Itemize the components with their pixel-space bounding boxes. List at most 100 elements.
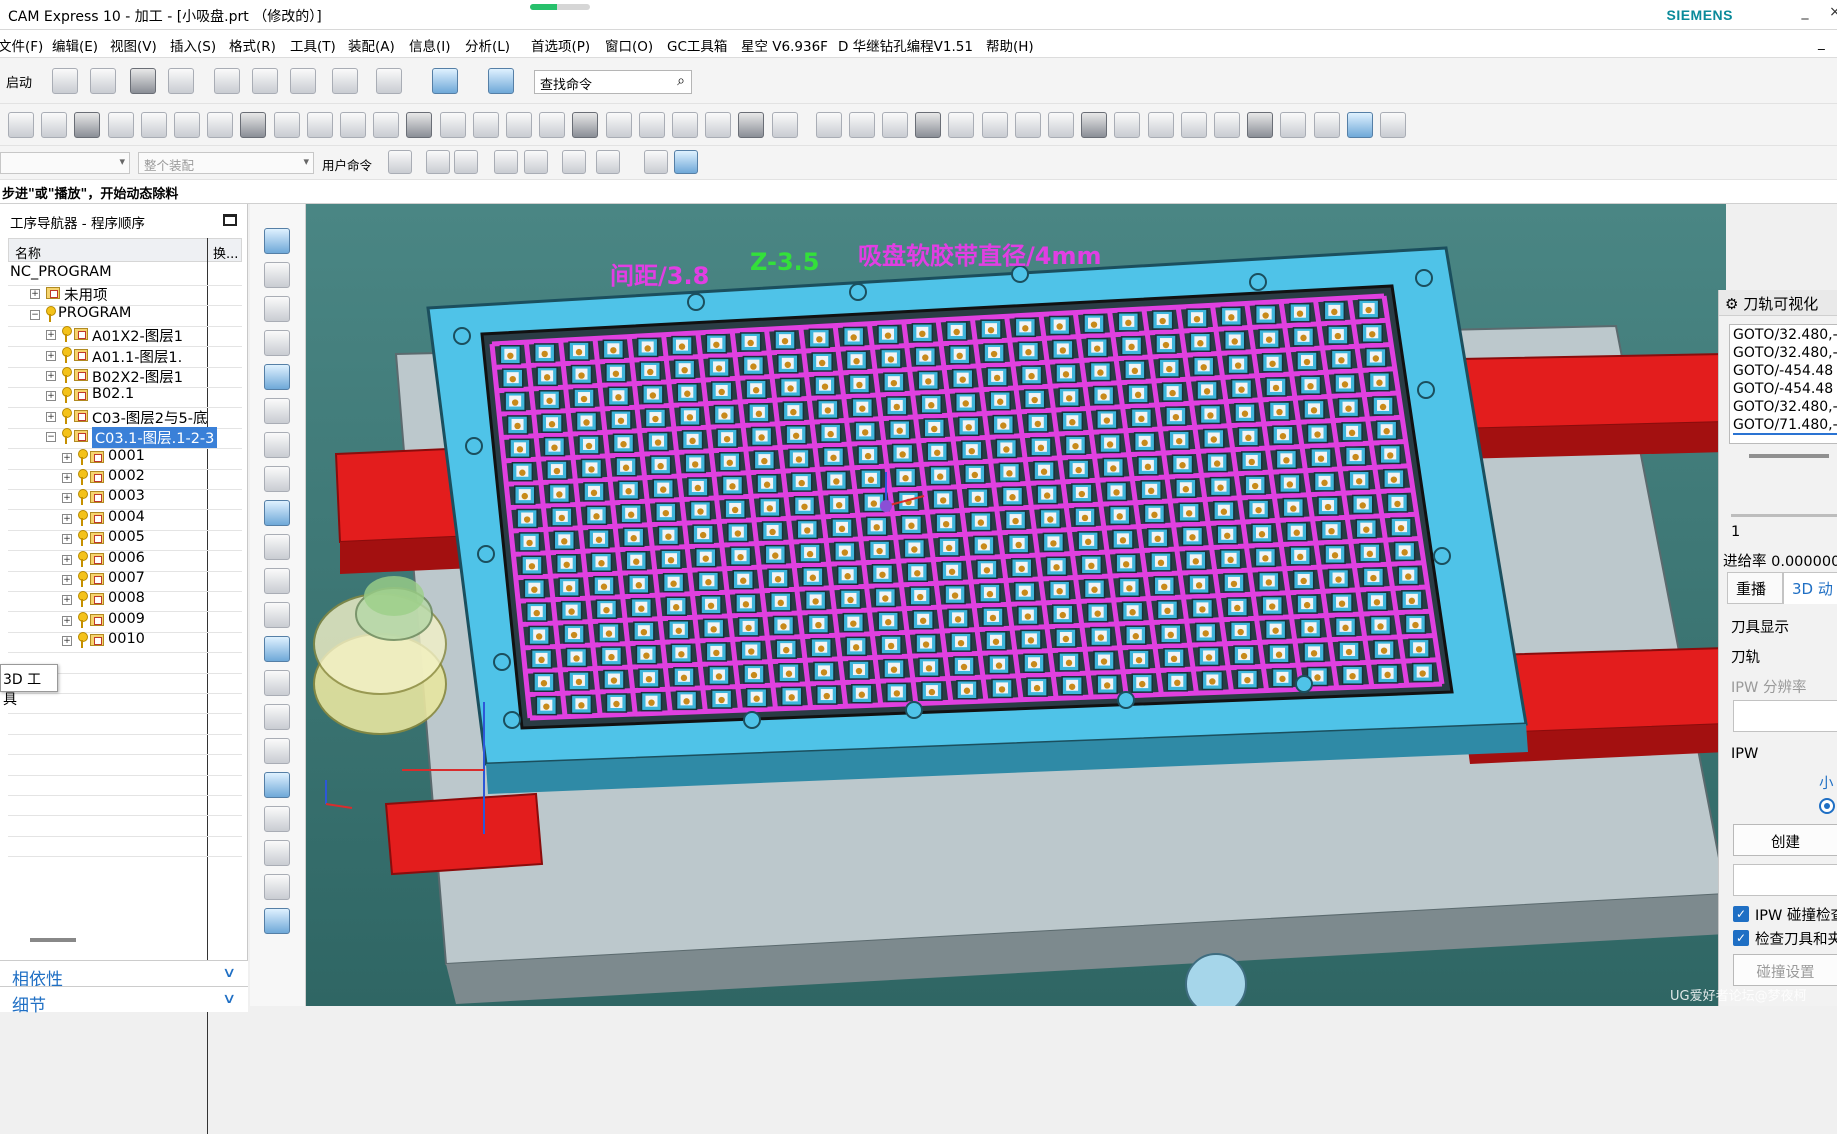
machine-tool-icon[interactable]	[439, 112, 466, 138]
goto-line[interactable]: GOTO/32.480,-	[1733, 399, 1837, 415]
axis-icon[interactable]	[1081, 112, 1108, 138]
system-materials-icon[interactable]	[264, 568, 290, 594]
shaded-icon[interactable]	[771, 112, 798, 138]
menu-insert[interactable]: 插入(S)	[170, 35, 216, 55]
cut-icon[interactable]	[214, 68, 240, 94]
expand-icon[interactable]: +	[46, 371, 56, 381]
curve-tools-icon[interactable]	[264, 704, 290, 730]
simulate-icon[interactable]	[472, 112, 499, 138]
part-navigator-icon[interactable]	[264, 364, 290, 390]
info-icon[interactable]	[488, 68, 514, 94]
dimension-icon[interactable]	[264, 908, 290, 934]
create-geometry-icon[interactable]	[74, 112, 101, 138]
web-browser-icon[interactable]	[264, 500, 290, 526]
goto-line[interactable]: GOTO/71.480,-	[1733, 417, 1837, 435]
wireframe-icon[interactable]	[738, 112, 765, 138]
panel-pin-icon[interactable]	[223, 214, 237, 226]
fit-icon[interactable]	[638, 112, 665, 138]
tab-3d-dynamic[interactable]: 3D 动	[1783, 572, 1837, 604]
menu-view[interactable]: 视图(V)	[110, 35, 157, 55]
solid-icon[interactable]	[1313, 112, 1340, 138]
paste-icon[interactable]	[290, 68, 316, 94]
goto-scrollbar[interactable]	[1749, 454, 1829, 458]
graphics-viewport[interactable]: 间距/3.8 Z-3.5 吸盘软胶带直径/4mm	[306, 204, 1726, 1006]
column-tool-change[interactable]: 换...	[213, 243, 238, 262]
expand-icon[interactable]: +	[62, 513, 72, 524]
operation-navigator-icon[interactable]	[264, 228, 290, 254]
user-command-label[interactable]: 用户命令	[322, 155, 372, 174]
menu-analysis[interactable]: 分析(L)	[465, 35, 510, 55]
ipw-collision-checkbox[interactable]: ✓	[1733, 906, 1749, 922]
collapse-icon[interactable]: −	[46, 432, 56, 443]
iso-view-icon[interactable]	[948, 112, 975, 138]
menu-file[interactable]: 文件(F)	[0, 35, 43, 55]
print-icon[interactable]	[168, 68, 194, 94]
surface-tools-icon[interactable]	[264, 806, 290, 832]
open-icon[interactable]	[90, 68, 116, 94]
shaded-icon[interactable]	[644, 150, 668, 174]
collision-settings-button[interactable]: 碰撞设置	[1733, 954, 1837, 986]
ipw-resolution-select[interactable]	[1733, 700, 1837, 732]
horizontal-scrollbar[interactable]	[30, 938, 76, 942]
close-button[interactable]: ×	[1820, 4, 1837, 26]
command-search-input[interactable]: 查找命令 ⌕	[534, 70, 692, 94]
copy-icon[interactable]	[252, 68, 278, 94]
dependency-accordion[interactable]: 相依性 ∨	[0, 960, 248, 990]
menu-preferences[interactable]: 首选项(P)	[531, 35, 590, 55]
cube-outline-icon[interactable]	[1380, 112, 1406, 138]
output-cls-icon[interactable]	[373, 112, 400, 138]
verify-toolpath-icon[interactable]	[240, 112, 267, 138]
layer-icon[interactable]	[1147, 112, 1174, 138]
gear-icon[interactable]: ⚙	[1725, 295, 1738, 313]
expand-icon[interactable]: +	[62, 615, 72, 626]
expand-icon[interactable]: +	[62, 493, 72, 504]
expand-icon[interactable]: +	[46, 391, 56, 402]
menu-format[interactable]: 格式(R)	[229, 35, 276, 55]
create-method-icon[interactable]	[107, 112, 134, 138]
measure-icon[interactable]	[1014, 112, 1041, 138]
save-icon[interactable]	[130, 68, 156, 94]
list-toolpath-icon[interactable]	[273, 112, 300, 138]
expand-icon[interactable]: +	[46, 411, 56, 422]
menu-help[interactable]: 帮助(H)	[986, 35, 1034, 55]
expand-icon[interactable]: +	[46, 330, 56, 341]
create-button[interactable]: 创建	[1733, 824, 1837, 856]
small-radio[interactable]	[1819, 798, 1835, 814]
collapse-icon[interactable]: −	[30, 309, 40, 320]
menu-info[interactable]: 信息(I)	[409, 35, 451, 55]
hd3d-tools-icon[interactable]	[264, 466, 290, 492]
start-menu[interactable]: 启动	[6, 72, 32, 91]
cube-blue-icon[interactable]	[1346, 112, 1373, 138]
machine-tool-navigator-icon[interactable]	[264, 262, 290, 288]
orient-icon[interactable]	[605, 112, 632, 138]
quick-pick-icon[interactable]	[524, 150, 548, 174]
measure-tools-icon[interactable]	[264, 772, 290, 798]
clock-icon[interactable]	[539, 112, 566, 138]
expand-icon[interactable]: +	[62, 473, 72, 483]
point-icon[interactable]	[494, 150, 518, 174]
constraint-navigator-icon[interactable]	[264, 330, 290, 356]
type-filter-select[interactable]: ▾	[0, 152, 130, 174]
right-view-icon[interactable]	[915, 112, 942, 138]
mcs-icon[interactable]	[1048, 112, 1074, 138]
new-icon[interactable]	[52, 68, 78, 94]
pan-icon[interactable]	[705, 112, 732, 138]
menu-assembly[interactable]: 装配(A)	[348, 35, 395, 55]
goto-line[interactable]: GOTO/-454.48	[1733, 363, 1833, 379]
goto-line[interactable]: GOTO/32.480,-	[1733, 345, 1837, 361]
expand-icon[interactable]: +	[62, 452, 72, 463]
ipw-field[interactable]	[1733, 864, 1837, 896]
polygon-select-icon[interactable]	[562, 150, 586, 174]
shop-docs-icon[interactable]	[340, 112, 366, 138]
tab-replay[interactable]: 重播	[1727, 572, 1783, 604]
menu-window[interactable]: 窗口(O)	[605, 35, 653, 55]
box-select-icon[interactable]	[596, 150, 620, 174]
replay-toolpath-icon[interactable]	[207, 112, 234, 138]
create-tool-icon[interactable]	[41, 112, 68, 138]
generate-toolpath-icon[interactable]	[174, 112, 200, 138]
front-view-icon[interactable]	[848, 112, 875, 138]
top-view-icon[interactable]	[882, 112, 908, 138]
expand-icon[interactable]: +	[46, 350, 56, 361]
expand-icon[interactable]: +	[62, 636, 72, 647]
layout-icon[interactable]	[1247, 112, 1274, 138]
